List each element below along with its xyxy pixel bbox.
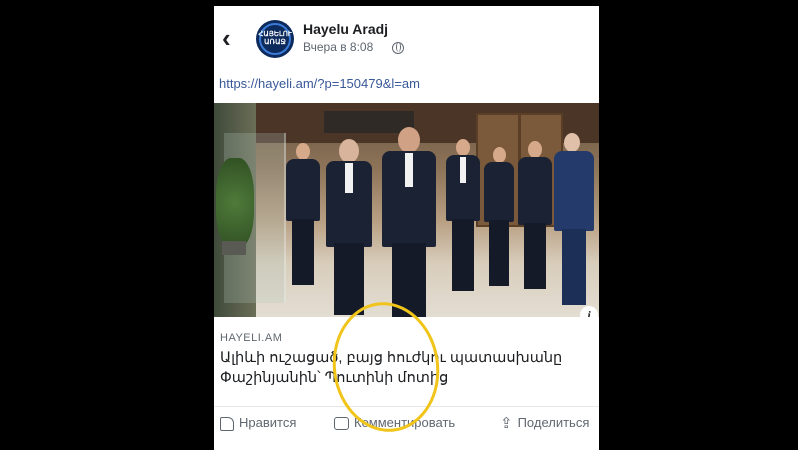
- post-header: ‹ ՀԱՅԵԼՈՒ ԱՌԱՋ Hayelu Aradj Вчера в 8:08: [214, 6, 599, 76]
- post-timestamp[interactable]: Вчера в 8:08: [303, 40, 373, 54]
- back-chevron-icon[interactable]: ‹: [222, 25, 240, 51]
- share-label: Поделиться: [517, 415, 590, 430]
- post-link[interactable]: https://hayeli.am/?p=150479&l=am: [219, 76, 420, 91]
- globe-icon: [392, 42, 404, 54]
- photo-plant-pot: [222, 241, 246, 255]
- page-name[interactable]: Hayelu Aradj: [303, 21, 388, 37]
- photo-plant: [216, 158, 254, 248]
- info-icon[interactable]: i: [580, 306, 598, 317]
- share-icon: ⇪: [500, 414, 513, 432]
- page-avatar[interactable]: ՀԱՅԵԼՈՒ ԱՌԱՋ: [256, 20, 294, 58]
- thumbs-up-icon: [220, 416, 234, 431]
- like-button[interactable]: Нравится: [220, 415, 296, 431]
- avatar-logo-text: ՀԱՅԵԼՈՒ ԱՌԱՋ: [258, 31, 292, 46]
- link-domain: HAYELI.AM: [220, 332, 283, 344]
- post-photo[interactable]: i: [214, 103, 599, 317]
- like-label: Нравится: [239, 415, 297, 430]
- comment-icon: [334, 417, 349, 431]
- share-button[interactable]: ⇪ Поделиться: [500, 415, 589, 431]
